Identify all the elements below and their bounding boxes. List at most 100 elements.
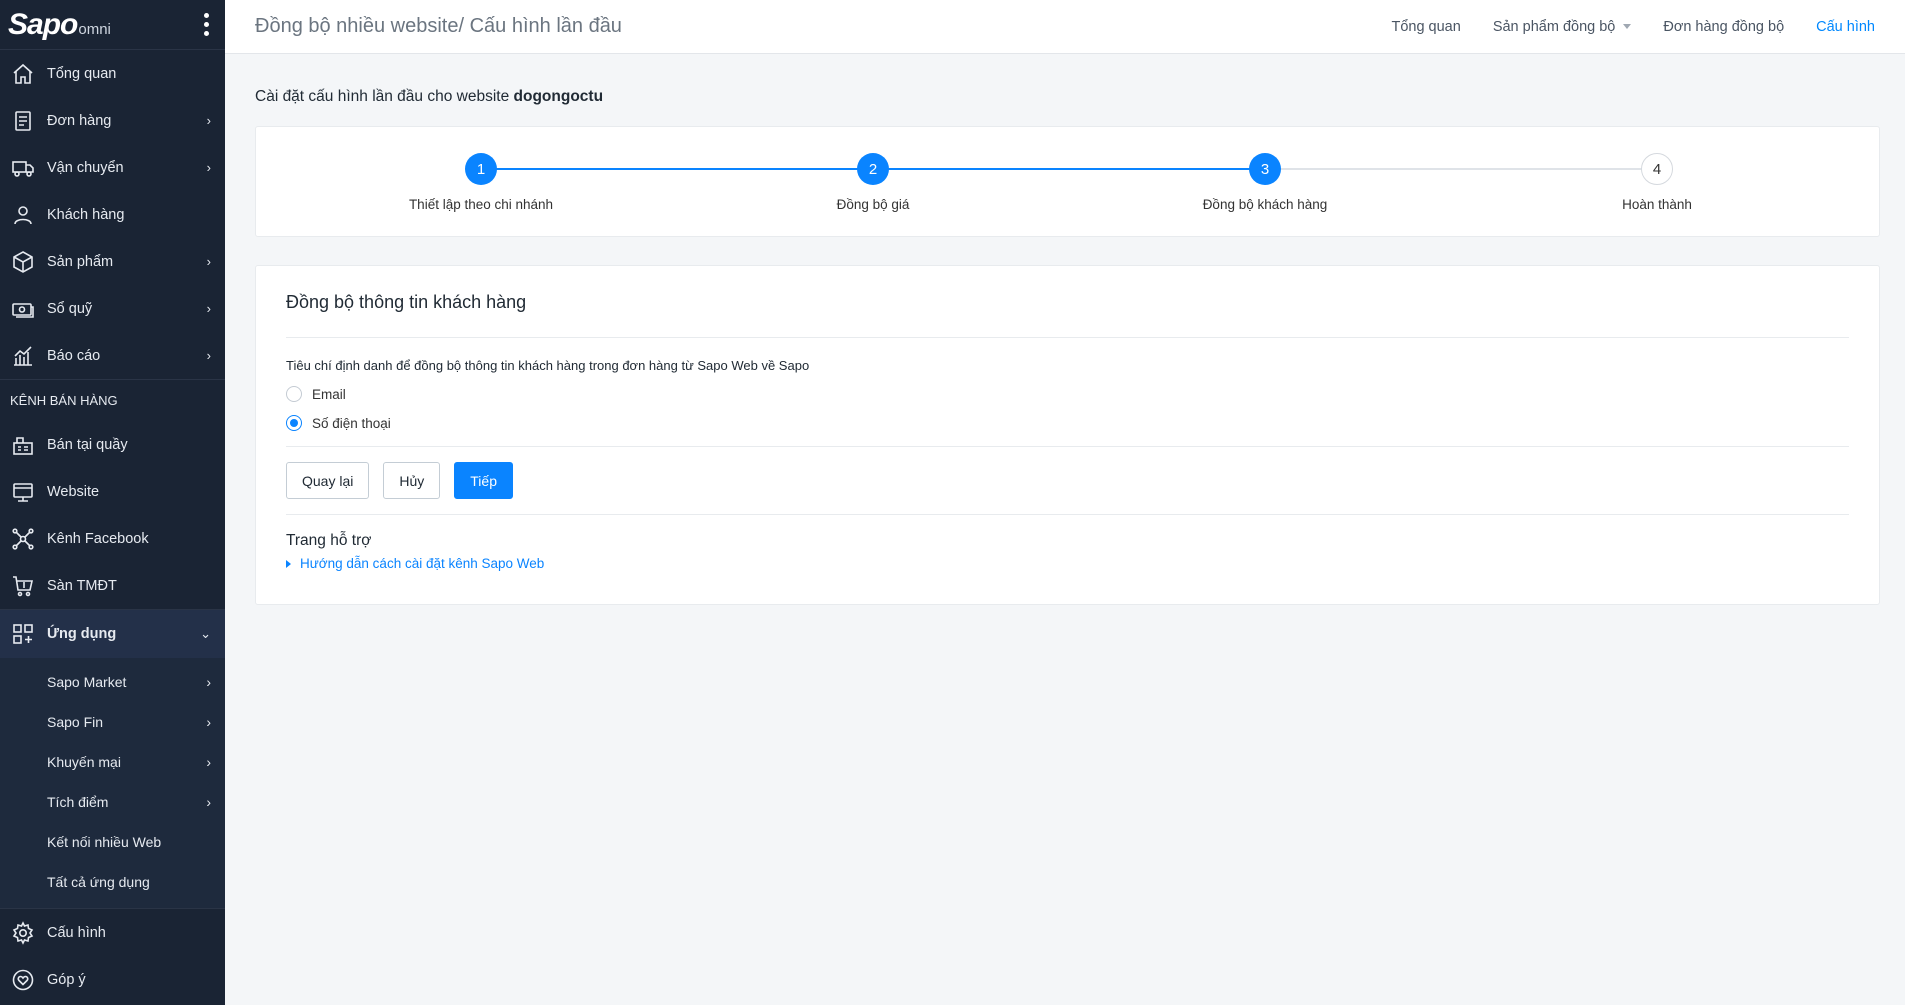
apps-grid-icon	[10, 621, 36, 647]
sidebar-item-apps[interactable]: Ứng dụng ⌄	[0, 610, 225, 658]
kebab-menu-icon[interactable]	[201, 13, 211, 36]
sidebar-subitem-loyalty[interactable]: Tích điểm ›	[0, 782, 225, 822]
website-icon	[10, 479, 36, 505]
user-icon	[10, 202, 36, 228]
sidebar-item-orders[interactable]: Đơn hàng ›	[0, 97, 225, 144]
sidebar-subitem-label: Tất cả ứng dụng	[47, 874, 150, 890]
step-1[interactable]: 1 Thiết lập theo chi nhánh	[381, 153, 581, 212]
radio-label: Email	[312, 386, 346, 402]
chevron-right-icon: ›	[206, 160, 211, 175]
gear-icon	[10, 920, 36, 946]
sidebar-item-reports[interactable]: Báo cáo ›	[0, 332, 225, 379]
top-nav-synced-orders[interactable]: Đơn hàng đồng bộ	[1663, 19, 1784, 35]
sidebar-item-label: Sàn TMĐT	[47, 577, 117, 594]
chevron-right-icon: ›	[206, 113, 211, 128]
chevron-right-icon: ›	[206, 714, 211, 730]
sapo-logo[interactable]: Sapo omni	[8, 8, 111, 42]
logo-bar: Sapo omni	[0, 0, 225, 50]
radio-button[interactable]	[286, 386, 302, 402]
form-divider	[286, 514, 1849, 515]
step-2[interactable]: 2 Đồng bộ giá	[773, 153, 973, 212]
chevron-down-icon: ⌄	[200, 626, 211, 641]
setup-heading: Cài đặt cấu hình lần đầu cho website dog…	[255, 88, 1880, 106]
sidebar-subitem-sapo-fin[interactable]: Sapo Fin ›	[0, 702, 225, 742]
step-label: Đồng bộ khách hàng	[1202, 197, 1328, 212]
step-number: 1	[465, 153, 497, 185]
top-nav-synced-products[interactable]: Sản phẩm đồng bộ	[1493, 19, 1632, 35]
sidebar-item-label: Đơn hàng	[47, 112, 112, 129]
sidebar-item-label: Kênh Facebook	[47, 530, 149, 547]
step-label: Thiết lập theo chi nhánh	[408, 197, 554, 212]
sidebar-item-cashbook[interactable]: Sổ quỹ ›	[0, 285, 225, 332]
sidebar-subitem-label: Khuyến mại	[47, 754, 121, 770]
top-bar: Đồng bộ nhiều website/ Cấu hình lần đầu …	[225, 0, 1905, 54]
step-number: 2	[857, 153, 889, 185]
top-nav-settings[interactable]: Cấu hình	[1816, 19, 1875, 35]
help-link[interactable]: Hướng dẫn cách cài đặt kênh Sapo Web	[286, 556, 1849, 571]
chart-icon	[10, 343, 36, 369]
sidebar-subitem-label: Sapo Fin	[47, 714, 104, 730]
help-link-label: Hướng dẫn cách cài đặt kênh Sapo Web	[300, 556, 545, 571]
sidebar-item-facebook[interactable]: Kênh Facebook	[0, 515, 225, 562]
caret-down-icon	[1623, 24, 1632, 29]
step-4[interactable]: 4 Hoàn thành	[1557, 153, 1757, 212]
back-button[interactable]: Quay lại	[286, 462, 370, 499]
step-number: 4	[1641, 153, 1673, 185]
sidebar-item-label: Báo cáo	[47, 347, 101, 364]
home-icon	[10, 61, 36, 87]
chevron-right-icon: ›	[206, 301, 211, 316]
heading-site-name: dogongoctu	[513, 88, 604, 105]
sidebar-item-marketplace[interactable]: Sàn TMĐT	[0, 562, 225, 609]
sidebar-item-label: Cấu hình	[47, 924, 106, 941]
sidebar-item-customers[interactable]: Khách hàng	[0, 191, 225, 238]
step-label: Đồng bộ giá	[836, 197, 910, 212]
heart-chat-icon	[10, 967, 36, 993]
step-connector-3-4	[1265, 168, 1657, 170]
logo-main: Sapo	[8, 7, 78, 41]
caret-right-icon	[286, 559, 291, 568]
sidebar-item-pos[interactable]: Bán tại quầy	[0, 421, 225, 468]
top-nav-overview[interactable]: Tổng quan	[1391, 19, 1460, 35]
step-connector-1-2	[481, 168, 873, 170]
cash-register-icon	[10, 296, 36, 322]
sidebar-item-label: Ứng dụng	[47, 626, 117, 642]
sidebar-item-label: Tổng quan	[47, 65, 117, 82]
sales-channels-label: KÊNH BÁN HÀNG	[0, 379, 225, 421]
next-button[interactable]: Tiếp	[454, 462, 513, 499]
sidebar-item-shipping[interactable]: Vận chuyển ›	[0, 144, 225, 191]
radio-button[interactable]	[286, 415, 302, 431]
sidebar-item-label: Bán tại quầy	[47, 436, 128, 453]
page-title: Đồng bộ nhiều website/ Cấu hình lần đầu	[255, 15, 622, 37]
step-connector-2-3	[873, 168, 1265, 170]
logo-sub: omni	[78, 20, 111, 38]
sidebar-subitem-multi-web[interactable]: Kết nối nhiều Web	[0, 822, 225, 862]
heading-prefix: Cài đặt cấu hình lần đầu cho website	[255, 88, 510, 105]
chevron-right-icon: ›	[206, 794, 211, 810]
top-nav-label: Sản phẩm đồng bộ	[1492, 18, 1616, 35]
radio-option-email[interactable]: Email	[286, 386, 1849, 402]
sidebar-subitem-all-apps[interactable]: Tất cả ứng dụng	[0, 862, 225, 902]
cancel-button[interactable]: Hủy	[383, 462, 441, 499]
step-number: 3	[1249, 153, 1281, 185]
chevron-right-icon: ›	[206, 348, 211, 363]
chevron-right-icon: ›	[206, 254, 211, 269]
chevron-right-icon: ›	[206, 674, 211, 690]
step-3[interactable]: 3 Đồng bộ khách hàng	[1165, 153, 1365, 212]
sidebar-item-settings[interactable]: Cấu hình	[0, 909, 225, 956]
form-divider	[286, 446, 1849, 447]
customer-sync-card: Đồng bộ thông tin khách hàng Tiêu chí đị…	[255, 265, 1880, 605]
sidebar-item-website[interactable]: Website	[0, 468, 225, 515]
help-title: Trang hỗ trợ	[286, 532, 372, 549]
sidebar-item-feedback[interactable]: Góp ý	[0, 956, 225, 1003]
form-title: Đồng bộ thông tin khách hàng	[286, 266, 1849, 338]
sidebar-subitem-sapo-market[interactable]: Sapo Market ›	[0, 662, 225, 702]
sidebar-subitem-promotions[interactable]: Khuyến mại ›	[0, 742, 225, 782]
sidebar-item-overview[interactable]: Tổng quan	[0, 50, 225, 97]
sidebar-subitem-label: Tích điểm	[47, 794, 109, 810]
radio-option-phone[interactable]: Số điện thoại	[286, 415, 1849, 431]
order-document-icon	[10, 108, 36, 134]
sidebar-item-products[interactable]: Sản phẩm ›	[0, 238, 225, 285]
sidebar-item-label: Sổ quỹ	[47, 300, 93, 317]
criteria-label: Tiêu chí định danh để đồng bộ thông tin …	[286, 358, 810, 373]
action-buttons: Quay lại Hủy Tiếp	[286, 462, 1849, 499]
